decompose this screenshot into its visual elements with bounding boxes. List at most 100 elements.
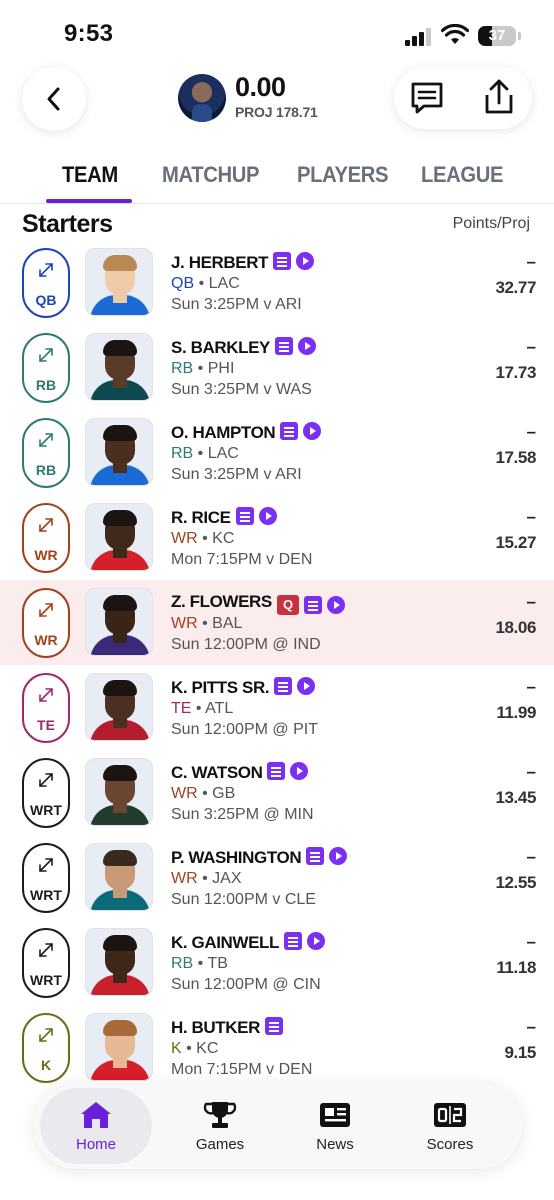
nav-home[interactable]: Home	[40, 1088, 152, 1164]
player-note-icon[interactable]	[306, 847, 325, 865]
player-name-line[interactable]: O. HAMPTON	[171, 422, 322, 443]
player-note-icon[interactable]	[264, 1017, 283, 1035]
player-row[interactable]: RB S. BARKLEY RB • PHI Sun 3:25PM v WAS …	[0, 325, 554, 410]
nav-games[interactable]: Games	[164, 1083, 276, 1169]
video-play-icon[interactable]	[329, 847, 348, 865]
player-note-icon[interactable]	[274, 677, 293, 695]
player-row[interactable]: QB J. HERBERT QB • LAC Sun 3:25PM v ARI …	[0, 240, 554, 325]
player-projection: 12.55	[495, 873, 536, 892]
player-row[interactable]: TE K. PITTS SR. TE • ATL Sun 12:00PM @ P…	[0, 665, 554, 750]
player-note-icon[interactable]	[283, 932, 302, 950]
game-time: Sun 3:25PM @ MIN	[171, 806, 314, 823]
player-name: C. WATSON	[171, 763, 263, 782]
separator-dot: •	[191, 700, 206, 717]
player-badges	[283, 932, 325, 950]
player-note-icon[interactable]	[303, 596, 322, 614]
player-headshot[interactable]	[85, 248, 153, 316]
tab-league[interactable]: LEAGUE	[421, 162, 504, 188]
separator-dot: •	[194, 275, 209, 292]
team-avatar[interactable]	[178, 74, 226, 122]
video-play-icon[interactable]	[258, 507, 277, 525]
video-play-icon[interactable]	[297, 677, 316, 695]
lineup-slot-label: WR	[34, 632, 58, 648]
video-play-icon[interactable]	[296, 252, 315, 270]
player-name-line[interactable]: Z. FLOWERS Q	[171, 592, 345, 615]
back-button[interactable]	[22, 67, 86, 131]
player-headshot[interactable]	[85, 333, 153, 401]
lineup-slot-button[interactable]: TE	[22, 673, 70, 743]
player-headshot[interactable]	[85, 1013, 153, 1081]
lineup-slot-button[interactable]: WRT	[22, 758, 70, 828]
player-name-line[interactable]: S. BARKLEY	[171, 337, 316, 358]
game-time: Mon 7:15PM v DEN	[171, 551, 313, 568]
player-name-line[interactable]: P. WASHINGTON	[171, 847, 348, 868]
player-name-line[interactable]: J. HERBERT	[171, 252, 315, 273]
player-projection: 17.58	[495, 448, 536, 467]
lineup-slot-button[interactable]: WR	[22, 588, 70, 658]
player-row[interactable]: RB O. HAMPTON RB • LAC Sun 3:25PM v ARI …	[0, 410, 554, 495]
player-row[interactable]: WRT C. WATSON WR • GB Sun 3:25PM @ MIN –…	[0, 750, 554, 835]
lineup-slot-button[interactable]: WRT	[22, 928, 70, 998]
video-play-icon[interactable]	[303, 422, 322, 440]
lineup-slot-label: RB	[35, 462, 57, 478]
player-headshot[interactable]	[85, 928, 153, 996]
player-row[interactable]: WR R. RICE WR • KC Mon 7:15PM v DEN – 15…	[0, 495, 554, 580]
player-note-icon[interactable]	[280, 422, 299, 440]
lineup-slot-button[interactable]: RB	[22, 418, 70, 488]
player-note-icon[interactable]	[235, 507, 254, 525]
player-note-icon[interactable]	[274, 337, 293, 355]
player-headshot[interactable]	[85, 673, 153, 741]
video-play-icon[interactable]	[290, 762, 309, 780]
player-name-line[interactable]: R. RICE	[171, 507, 277, 528]
swap-arrows-icon	[39, 1028, 53, 1042]
player-note-icon[interactable]	[273, 252, 292, 270]
player-row[interactable]: WRT K. GAINWELL RB • TB Sun 12:00PM @ CI…	[0, 920, 554, 1005]
tab-matchup[interactable]: MATCHUP	[162, 162, 259, 188]
tab-players[interactable]: PLAYERS	[297, 162, 389, 188]
swap-arrows-icon	[39, 603, 53, 617]
separator-dot: •	[193, 445, 208, 462]
player-badges: Q	[276, 595, 345, 615]
video-play-icon[interactable]	[326, 596, 345, 614]
player-headshot[interactable]	[85, 418, 153, 486]
bottom-nav: Home Games News Scores	[34, 1083, 522, 1169]
injury-status-badge[interactable]: Q	[276, 595, 299, 615]
share-icon[interactable]	[480, 77, 518, 117]
lineup-slot-button[interactable]: WRT	[22, 843, 70, 913]
swap-arrows-icon	[39, 858, 53, 872]
player-headshot[interactable]	[85, 758, 153, 826]
game-time: Sun 12:00PM @ PIT	[171, 721, 318, 738]
chat-icon[interactable]	[408, 79, 446, 117]
player-points: –	[526, 1017, 536, 1036]
player-headshot[interactable]	[85, 503, 153, 571]
player-name-line[interactable]: H. BUTKER	[171, 1017, 283, 1038]
points-proj-header: Points/Proj	[452, 215, 530, 232]
lineup-slot-button[interactable]: K	[22, 1013, 70, 1083]
player-row[interactable]: WR Z. FLOWERS Q WR • BAL Sun 12:00PM @ IN…	[0, 580, 554, 665]
player-headshot[interactable]	[85, 588, 153, 656]
tab-team[interactable]: TEAM	[62, 162, 118, 188]
player-row[interactable]: WRT P. WASHINGTON WR • JAX Sun 12:00PM v…	[0, 835, 554, 920]
video-play-icon[interactable]	[306, 932, 325, 950]
nav-home-label: Home	[75, 1136, 116, 1153]
player-note-icon[interactable]	[267, 762, 286, 780]
player-headshot[interactable]	[85, 843, 153, 911]
player-team: JAX	[212, 870, 242, 887]
nav-news[interactable]: News	[279, 1083, 391, 1169]
player-position-team: RB • LAC	[171, 445, 239, 463]
headshot-hair	[103, 1020, 137, 1036]
player-position-team: RB • PHI	[171, 360, 234, 378]
player-name-line[interactable]: K. GAINWELL	[171, 932, 325, 953]
player-row[interactable]: K H. BUTKER K • KC Mon 7:15PM v DEN – 9.…	[0, 1005, 554, 1090]
separator-dot: •	[197, 870, 213, 887]
nav-scores[interactable]: Scores	[394, 1083, 506, 1169]
player-name-line[interactable]: K. PITTS SR.	[171, 677, 316, 698]
player-name-line[interactable]: C. WATSON	[171, 762, 309, 783]
player-position-team: WR • GB	[171, 785, 235, 803]
lineup-slot-button[interactable]: WR	[22, 503, 70, 573]
lineup-slot-button[interactable]: RB	[22, 333, 70, 403]
scores-icon	[434, 1103, 466, 1127]
news-icon	[320, 1103, 350, 1127]
lineup-slot-button[interactable]: QB	[22, 248, 70, 318]
video-play-icon[interactable]	[297, 337, 316, 355]
